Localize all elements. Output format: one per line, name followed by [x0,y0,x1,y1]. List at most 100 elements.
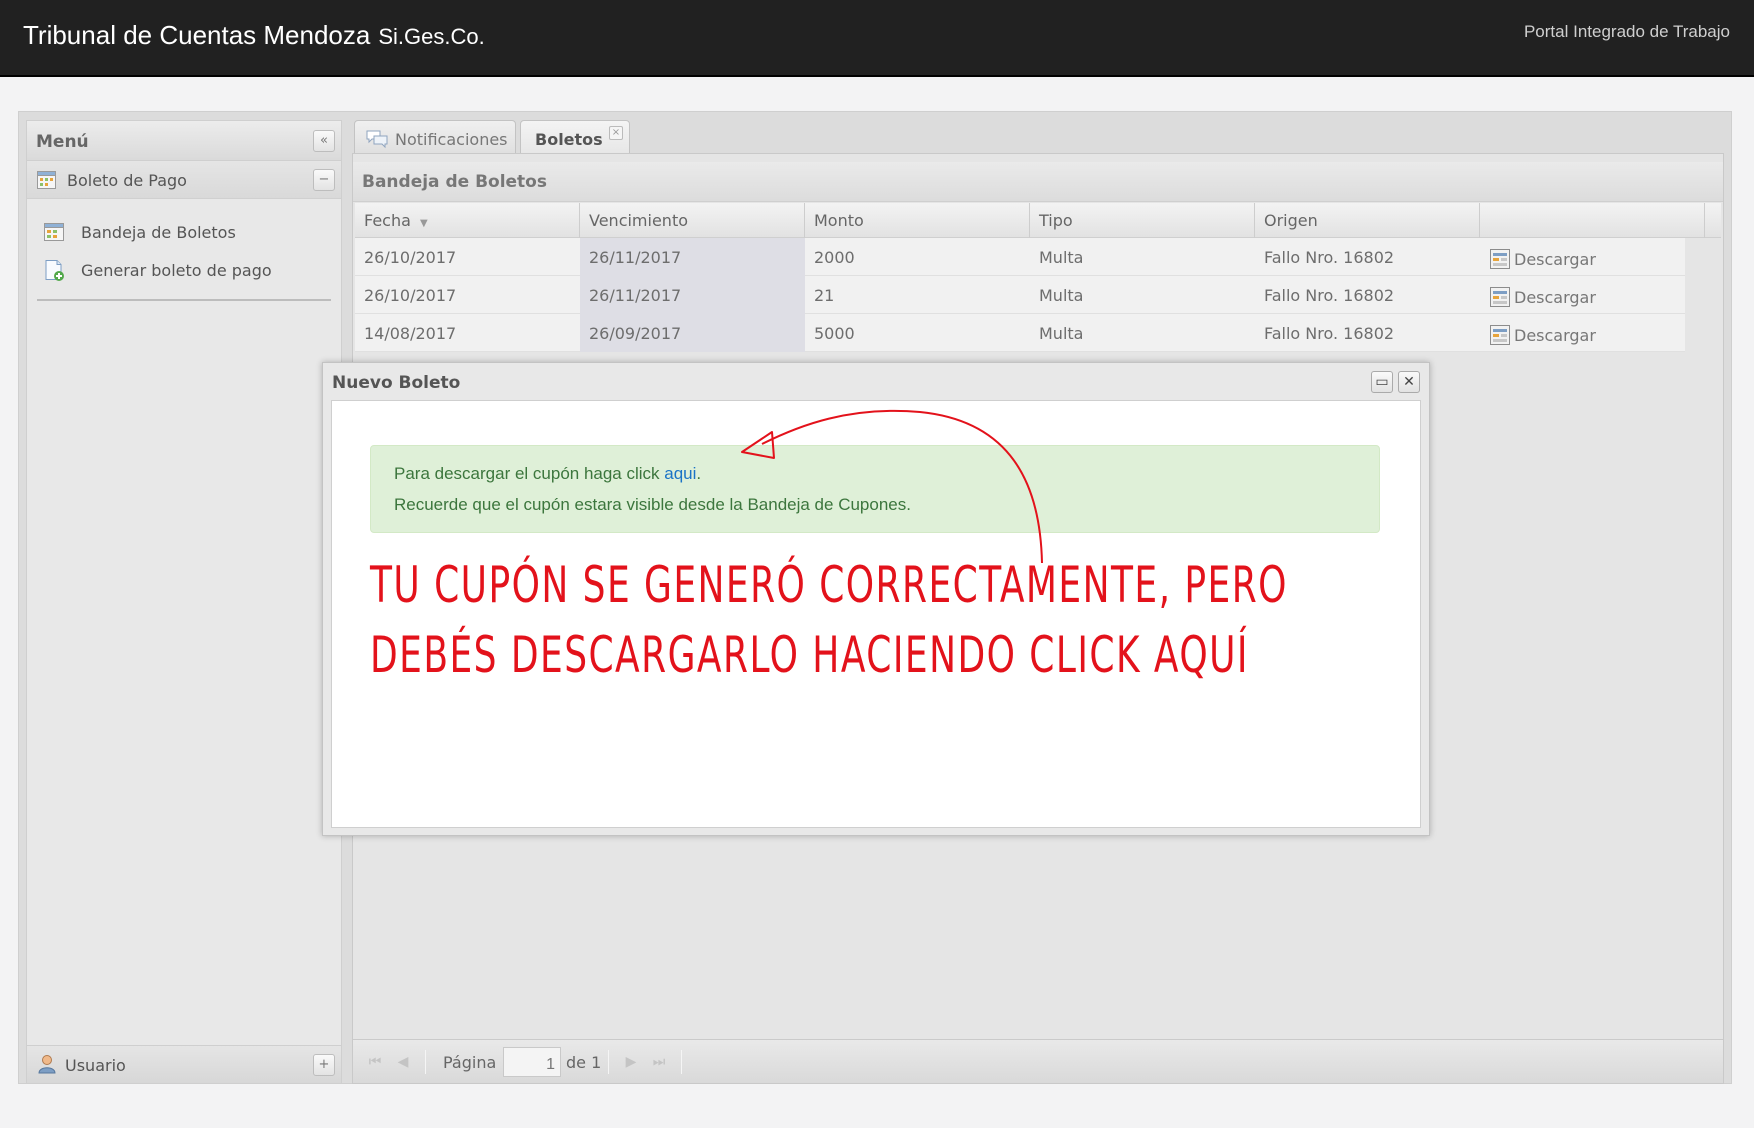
download-button[interactable]: Descargar [1480,238,1685,276]
cell-origen: Fallo Nro. 16802 [1264,324,1395,343]
cell-tipo: Multa [1039,248,1084,267]
last-page-button[interactable]: ⏭ [649,1052,669,1072]
column-header-monto[interactable]: Monto [805,203,1030,238]
grid-panel-header: Bandeja de Boletos [353,162,1723,202]
grid-title: Bandeja de Boletos [362,172,547,192]
alert-text: Para descargar el cupón haga click [394,464,665,483]
cell-vencimiento: 26/11/2017 [580,276,805,314]
annotation-line-2: DEBÉS DESCARGARLO HACIENDO CLICK AQUÍ [370,626,1249,684]
menu-footer-label: Usuario [65,1056,126,1075]
prev-page-icon: ◀ [397,1054,409,1070]
cell-fecha: 14/08/2017 [364,324,457,343]
menu-item-label: Generar boleto de pago [81,261,272,280]
first-page-button[interactable]: ⏮ [365,1052,385,1072]
tab-notificaciones[interactable]: Notificaciones [354,120,516,156]
column-header-label: Monto [814,211,864,230]
close-tab-button[interactable]: × [609,126,623,140]
column-header-vencimiento[interactable]: Vencimiento [580,203,805,238]
menu-section-label: Boleto de Pago [67,171,187,190]
column-header-label: Tipo [1039,211,1073,230]
menu-item-generar-boleto[interactable]: Generar boleto de pago [27,251,341,289]
minus-icon: − [318,172,330,187]
close-window-button[interactable]: ✕ [1398,371,1420,393]
new-document-icon [45,260,64,281]
cell-vencimiento: 26/11/2017 [580,238,805,276]
cell-vencimiento: 26/09/2017 [580,314,805,352]
menu-section-usuario[interactable]: Usuario + [27,1045,341,1083]
toolbar-separator [608,1050,609,1074]
tab-boletos[interactable]: Boletos × [520,120,630,156]
column-header-fecha[interactable]: Fecha ▼ [355,203,580,238]
plus-icon: + [318,1057,330,1072]
cell-origen: Fallo Nro. 16802 [1264,248,1395,267]
tutorial-annotation: TU CUPÓN SE GENERÓ CORRECTAMENTE, PERO D… [370,560,1645,700]
cell-monto: 5000 [814,324,855,343]
annotation-line-1: TU CUPÓN SE GENERÓ CORRECTAMENTE, PERO [370,556,1288,614]
next-page-icon: ▶ [625,1054,637,1070]
download-button[interactable]: Descargar [1480,314,1685,352]
app-title: Tribunal de Cuentas Mendoza [23,20,371,50]
menu-item-bandeja-de-boletos[interactable]: Bandeja de Boletos [27,213,341,251]
table-row[interactable]: 26/10/2017 26/11/2017 21 Multa Fallo Nro… [355,276,1685,314]
cell-tipo: Multa [1039,324,1084,343]
last-page-icon: ⏭ [652,1054,666,1070]
page-number-input[interactable] [503,1047,561,1077]
menu-divider [37,299,331,301]
grid-header-row: Fecha ▼ Vencimiento Monto Tipo Origen [355,203,1721,238]
toolbar-separator [681,1050,682,1074]
maximize-button[interactable]: ▭ [1371,371,1393,393]
collapse-section-button[interactable]: − [313,169,335,191]
toolbar-separator [425,1050,426,1074]
double-chevron-left-icon: « [320,133,328,148]
column-header-tipo[interactable]: Tipo [1030,203,1255,238]
download-report-icon [1490,249,1510,269]
speech-bubbles-icon [366,130,388,149]
alert-line-2: Recuerde que el cupón estara visible des… [394,495,911,514]
cell-tipo: Multa [1039,286,1084,305]
first-page-icon: ⏮ [368,1054,382,1070]
table-row[interactable]: 26/10/2017 26/11/2017 2000 Multa Fallo N… [355,238,1685,276]
collapse-menu-button[interactable]: « [313,130,335,152]
app-subtitle: Si.Ges.Co. [378,24,485,49]
download-report-icon [1490,325,1510,345]
calendar-grid-icon [37,171,56,189]
paging-toolbar: ⏮ ◀ Página de 1 ▶ ⏭ [353,1039,1723,1083]
alert-line-1: Para descargar el cupón haga click aqui. [394,464,701,484]
menu-section-boleto-de-pago[interactable]: Boleto de Pago − [27,161,341,199]
close-icon: × [611,127,621,138]
column-header-origen[interactable]: Origen [1255,203,1480,238]
download-button[interactable]: Descargar [1480,276,1685,314]
table-row[interactable]: 14/08/2017 26/09/2017 5000 Multa Fallo N… [355,314,1685,352]
cell-monto: 21 [814,286,835,305]
menu-title: Menú [36,132,89,152]
download-label: Descargar [1514,250,1596,269]
cell-fecha: 26/10/2017 [364,286,457,305]
column-header-label: Origen [1264,211,1318,230]
cell-origen: Fallo Nro. 16802 [1264,286,1395,305]
download-label: Descargar [1514,288,1596,307]
close-icon: ✕ [1403,374,1415,390]
tab-strip: Notificaciones Boletos × [352,118,1724,156]
portal-link[interactable]: Portal Integrado de Trabajo [1524,22,1730,42]
menu-panel: Menú « Boleto de Pago − Bandeja de Bolet… [26,120,342,1084]
expand-section-button[interactable]: + [313,1054,335,1076]
prev-page-button[interactable]: ◀ [393,1052,413,1072]
menu-item-label: Bandeja de Boletos [81,223,236,242]
download-coupon-link[interactable]: aqui [664,464,696,483]
top-header-bar: Tribunal de Cuentas Mendoza Si.Ges.Co. Po… [0,0,1754,77]
boletos-grid: Fecha ▼ Vencimiento Monto Tipo Origen 26… [355,203,1721,352]
download-label: Descargar [1514,326,1596,345]
cell-monto: 2000 [814,248,855,267]
alert-text: . [696,464,702,483]
download-report-icon [1490,287,1510,307]
page-label: Página [443,1053,497,1072]
menu-list: Bandeja de Boletos Generar boleto de pag… [27,199,341,289]
cell-fecha: 26/10/2017 [364,248,457,267]
inbox-grid-icon [44,223,64,241]
maximize-icon: ▭ [1375,374,1389,390]
success-alert: Para descargar el cupón haga click aqui.… [370,445,1380,533]
next-page-button[interactable]: ▶ [621,1052,641,1072]
page-count-label: de 1 [566,1053,602,1072]
column-header-actions [1480,203,1705,238]
sort-descending-icon: ▼ [420,218,428,229]
